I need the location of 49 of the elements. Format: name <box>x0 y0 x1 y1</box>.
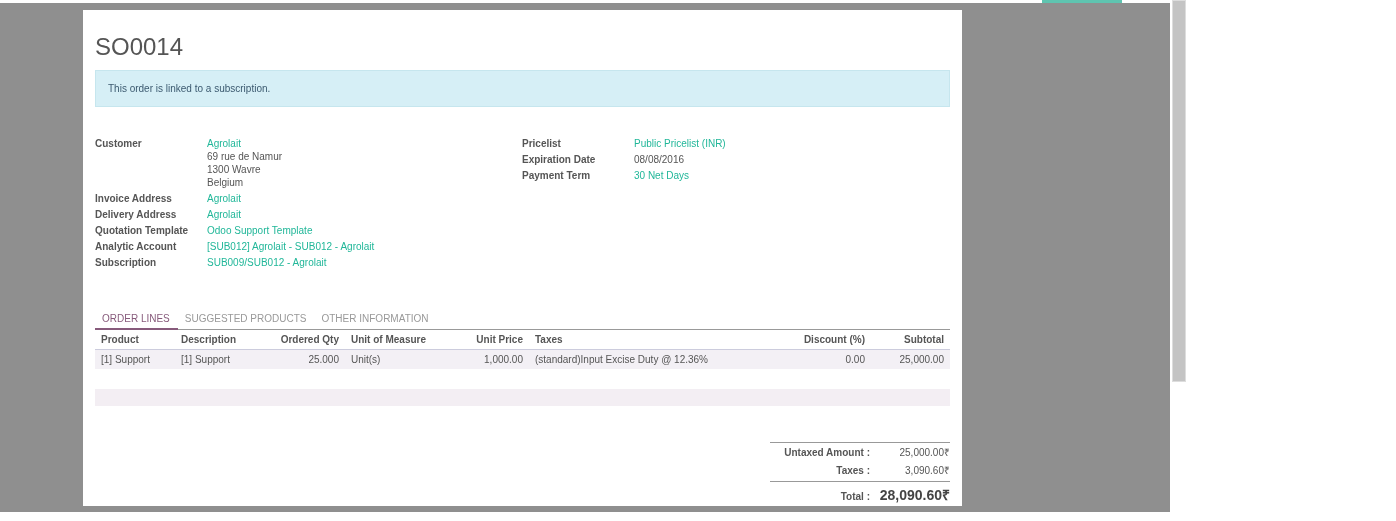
total-label: Untaxed Amount : <box>783 447 870 458</box>
order-title: SO0014 <box>95 32 185 62</box>
field-label: Pricelist <box>522 136 562 150</box>
field-label: Delivery Address <box>95 207 178 221</box>
field-link[interactable]: Agrolait <box>207 191 241 205</box>
field-link[interactable]: Public Pricelist (INR) <box>634 136 726 150</box>
table-cell: 25.000 <box>257 349 345 369</box>
table-cell: (standard)Input Excise Duty @ 12.36% <box>529 349 776 369</box>
field-label: Payment Term <box>522 168 592 182</box>
info-alert: This order is linked to a subscription. <box>95 70 950 107</box>
field-link[interactable]: Agrolait <box>207 207 241 221</box>
total-value: 3,090.60₹ <box>905 464 950 477</box>
total-label: Total : <box>839 491 870 502</box>
field-label: Customer <box>95 136 143 151</box>
column-header[interactable]: Subtotal <box>871 329 950 350</box>
field-link[interactable]: SUB009/SUB012 - Agrolait <box>207 255 327 269</box>
scrollbar[interactable] <box>1172 0 1186 382</box>
column-header[interactable]: Taxes <box>529 329 776 350</box>
column-header[interactable]: Discount (%) <box>776 329 871 350</box>
table-cell: [1] Support <box>95 349 175 369</box>
field-link[interactable]: [SUB012] Agrolait - SUB012 - Agrolait <box>207 239 375 253</box>
table-cell: 0.00 <box>776 349 871 369</box>
column-header[interactable]: Unit Price <box>451 329 529 350</box>
field-value: Belgium <box>207 175 245 189</box>
field-link[interactable]: Agrolait <box>207 136 283 150</box>
column-header[interactable]: Ordered Qty <box>257 329 345 350</box>
table-cell: Unit(s) <box>345 349 451 369</box>
column-header[interactable]: Unit of Measure <box>345 329 451 350</box>
column-header[interactable]: Product <box>95 329 175 350</box>
table-cell: [1] Support <box>175 349 257 369</box>
total-value: 25,000.00₹ <box>899 446 950 459</box>
column-header[interactable]: Description <box>175 329 257 350</box>
tab[interactable]: OTHER INFORMATION <box>314 309 437 330</box>
field-link[interactable]: Odoo Support Template <box>207 223 313 237</box>
tab[interactable]: ORDER LINES <box>95 309 178 330</box>
field-label: Expiration Date <box>522 152 597 166</box>
table-cell: 25,000.00 <box>871 349 950 369</box>
field-value: 1300 Wavre <box>207 162 262 176</box>
field-label: Quotation Template <box>95 223 190 237</box>
field-label: Subscription <box>95 255 158 269</box>
field-value: 08/08/2016 <box>634 152 685 166</box>
total-label: Taxes : <box>835 465 870 476</box>
tab[interactable]: SUGGESTED PRODUCTS <box>177 309 315 330</box>
table-cell: 1,000.00 <box>451 349 529 369</box>
total-value: 28,090.60₹ <box>879 486 950 504</box>
field-label: Invoice Address <box>95 191 173 205</box>
field-label: Analytic Account <box>95 239 178 253</box>
field-link[interactable]: 30 Net Days <box>634 168 690 182</box>
field-value: 69 rue de Namur <box>207 149 283 163</box>
